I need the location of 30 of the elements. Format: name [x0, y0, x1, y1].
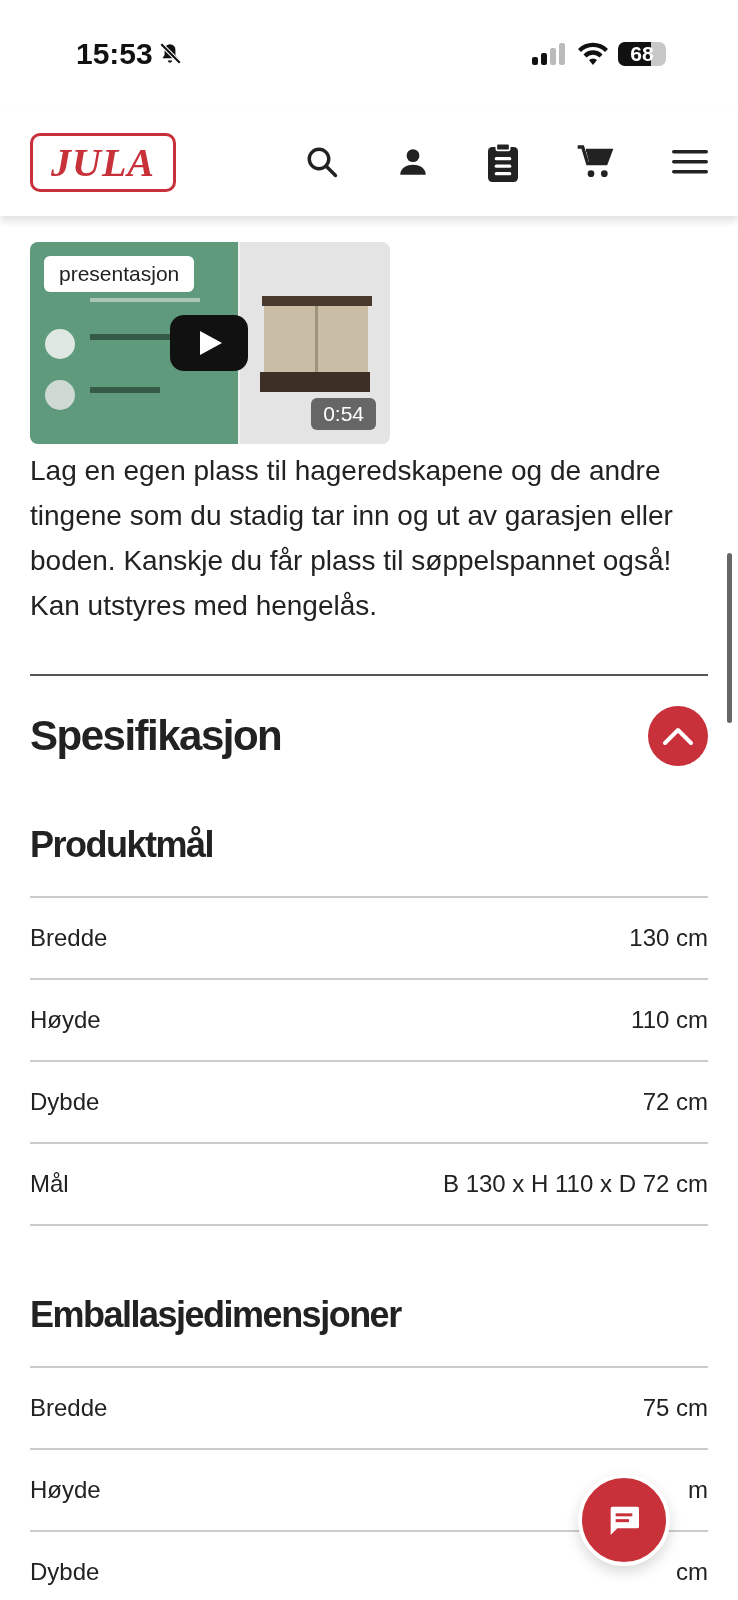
spec-value: 75 cm	[642, 1394, 708, 1422]
chevron-up-icon	[662, 726, 694, 746]
logo[interactable]: JULA	[30, 132, 176, 192]
spec-value: m	[688, 1476, 708, 1504]
spec-value: 130 cm	[629, 924, 708, 952]
collapse-button[interactable]	[648, 706, 708, 766]
spec-label: Mål	[30, 1170, 69, 1198]
menu-icon[interactable]	[672, 149, 708, 175]
wifi-icon	[577, 42, 609, 66]
spec-value: cm	[676, 1558, 708, 1586]
spec-value: B 130 x H 110 x D 72 cm	[443, 1170, 708, 1198]
status-time: 15:53	[76, 37, 153, 71]
spec-value: 72 cm	[642, 1088, 708, 1116]
spec-label: Bredde	[30, 1394, 108, 1422]
signal-icon	[532, 43, 568, 65]
video-thumbnail[interactable]: presentasjon 0:54	[30, 242, 390, 444]
spec-label: Høyde	[30, 1476, 101, 1504]
clipboard-icon[interactable]	[486, 142, 520, 182]
spec-value: 110 cm	[631, 1006, 708, 1034]
section-title: Spesifikasjon	[30, 712, 282, 760]
spec-label: Høyde	[30, 1006, 101, 1034]
group-title: Produktmål	[30, 824, 708, 898]
spec-label: Bredde	[30, 924, 108, 952]
spec-label: Dybde	[30, 1558, 100, 1586]
video-label: presentasjon	[44, 256, 195, 292]
video-duration: 0:54	[311, 398, 376, 430]
product-description: Lag en egen plass til hageredskapene og de andre tingene som du stadig tar inn og ut av garasjen eller boden. Kanskje du får plass til søppelspannet også! Kan utstyres med hengelås.	[30, 448, 708, 676]
spec-label: Dybde	[30, 1088, 100, 1116]
group-title: Emballasjedimensjoner	[30, 1294, 708, 1368]
play-icon[interactable]	[170, 315, 248, 371]
